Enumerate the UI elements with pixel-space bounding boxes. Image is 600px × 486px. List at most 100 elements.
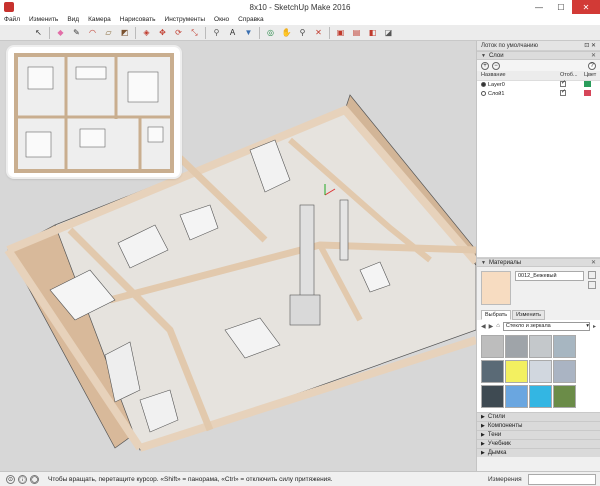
menu-camera[interactable]: Камера: [88, 16, 111, 23]
material-swatch[interactable]: [481, 360, 504, 383]
zoom-icon[interactable]: ⚲: [296, 27, 309, 39]
material-name-field[interactable]: 0012_Бежевый: [515, 271, 584, 281]
user-icon[interactable]: ◯: [30, 474, 39, 484]
orbit-icon[interactable]: ◎: [264, 27, 277, 39]
zoom-extents-icon[interactable]: ✕: [312, 27, 325, 39]
tray-header: Лоток по умолчанию ⊡ ✕: [477, 41, 600, 51]
create-material-icon[interactable]: [588, 281, 596, 289]
menu-view[interactable]: Вид: [67, 16, 79, 23]
menu-bar: Файл Изменить Вид Камера Нарисовать Инст…: [0, 14, 600, 25]
tab-edit[interactable]: Изменить: [512, 310, 545, 320]
back-arrow-icon[interactable]: ◀: [481, 323, 486, 330]
material-preview-swatch[interactable]: [481, 271, 511, 305]
menu-window[interactable]: Окно: [214, 16, 229, 23]
collapsed-panel-header[interactable]: ▶ Учебник: [477, 439, 600, 448]
shape-icon[interactable]: ▱: [102, 27, 115, 39]
collapsed-panel-header[interactable]: ▶ Компоненты: [477, 421, 600, 430]
extension-icon[interactable]: ◧: [366, 27, 379, 39]
active-layer-radio[interactable]: [481, 81, 486, 87]
close-button[interactable]: ✕: [572, 0, 600, 14]
arc-icon[interactable]: ◠: [86, 27, 99, 39]
material-swatch[interactable]: [553, 385, 576, 408]
rotate-icon[interactable]: ⟳: [172, 27, 185, 39]
menu-edit[interactable]: Изменить: [29, 16, 58, 23]
maximize-button[interactable]: ☐: [550, 0, 572, 14]
pan-icon[interactable]: ✋: [280, 27, 293, 39]
layout-icon[interactable]: ◪: [382, 27, 395, 39]
material-swatch[interactable]: [505, 360, 528, 383]
eraser-icon[interactable]: ◆: [54, 27, 67, 39]
home-icon[interactable]: ⌂: [496, 323, 500, 329]
material-swatch[interactable]: [505, 335, 528, 358]
column-visible[interactable]: Отоб...: [556, 71, 580, 81]
toolbar-separator: [135, 26, 136, 39]
add-layer-button[interactable]: +: [481, 61, 489, 70]
forward-arrow-icon[interactable]: ▶: [489, 323, 494, 330]
paint-bucket-icon[interactable]: ▼: [242, 27, 255, 39]
move-icon[interactable]: ✥: [156, 27, 169, 39]
active-layer-radio[interactable]: [481, 90, 486, 96]
menu-draw[interactable]: Нарисовать: [120, 16, 156, 23]
layer-row[interactable]: Layer0: [477, 79, 600, 89]
select-arrow-icon[interactable]: ↖: [32, 27, 45, 39]
minimize-button[interactable]: —: [528, 0, 550, 14]
tray-title: Лоток по умолчанию: [481, 42, 538, 49]
line-pencil-icon[interactable]: ✎: [70, 27, 83, 39]
components-icon[interactable]: ▤: [350, 27, 363, 39]
display-secondary-icon[interactable]: [588, 271, 596, 279]
material-swatch[interactable]: [529, 385, 552, 408]
material-swatch[interactable]: [481, 385, 504, 408]
tape-measure-icon[interactable]: ⚲: [210, 27, 223, 39]
offset-icon[interactable]: ◈: [140, 27, 153, 39]
material-swatch[interactable]: [553, 335, 576, 358]
expand-triangle-icon: ▶: [481, 441, 485, 447]
measurements-input[interactable]: [528, 473, 596, 485]
menu-tools[interactable]: Инструменты: [165, 16, 206, 23]
collapsed-panel-header[interactable]: ▶ Дымка: [477, 448, 600, 457]
expand-triangle-icon: ▶: [481, 414, 485, 420]
layer-row[interactable]: Слой1: [477, 88, 600, 98]
material-swatch[interactable]: [529, 360, 552, 383]
material-preview-row: 0012_Бежевый: [477, 267, 600, 307]
collapsed-panel-header[interactable]: ▶ Стили: [477, 412, 600, 421]
collapsed-panel-header[interactable]: ▶ Тени: [477, 430, 600, 439]
column-name[interactable]: Название: [477, 71, 556, 81]
materials-title: Материалы: [488, 259, 522, 266]
material-swatch[interactable]: [529, 335, 552, 358]
layers-panel-header[interactable]: ▼ Слои ✕: [477, 51, 600, 60]
material-swatch[interactable]: [553, 360, 576, 383]
material-swatch[interactable]: [481, 335, 504, 358]
layer-color-swatch[interactable]: [584, 89, 591, 96]
push-pull-icon[interactable]: ◩: [118, 27, 131, 39]
scale-icon[interactable]: ⤡: [188, 27, 201, 39]
credits-icon[interactable]: ⓘ: [18, 474, 27, 484]
layers-help-button[interactable]: ?: [588, 61, 596, 70]
stove: [289, 294, 321, 326]
materials-panel-header[interactable]: ▼ Материалы ✕: [477, 258, 600, 267]
layers-close-button[interactable]: ✕: [591, 52, 596, 59]
geo-location-icon[interactable]: ⊙: [6, 474, 15, 484]
status-icons: ⊙ ⓘ ◯: [0, 474, 48, 484]
material-category-select[interactable]: Стекло и зеркала ▾: [502, 321, 590, 331]
tray-pin-close[interactable]: ⊡ ✕: [584, 42, 596, 49]
material-category-value: Стекло и зеркала: [505, 323, 551, 329]
layer-visible-checkbox[interactable]: [560, 88, 566, 96]
materials-close-button[interactable]: ✕: [591, 259, 596, 266]
remove-layer-button[interactable]: −: [492, 61, 500, 70]
chevron-down-icon: ▾: [586, 323, 589, 329]
column-color[interactable]: Цвет: [580, 71, 600, 81]
measurements-label: Измерения: [488, 475, 522, 483]
model-viewport[interactable]: [0, 41, 476, 471]
tab-select[interactable]: Выбрать: [481, 310, 512, 320]
layer-visible-checkbox[interactable]: [560, 79, 566, 87]
collapsed-panel-title: Дымка: [487, 450, 507, 456]
layer-color-swatch[interactable]: [584, 80, 591, 87]
menu-help[interactable]: Справка: [238, 16, 264, 23]
details-arrow-icon[interactable]: ▸: [593, 323, 596, 330]
material-swatch[interactable]: [505, 385, 528, 408]
chimney-pipe: [299, 204, 315, 301]
warehouse-icon[interactable]: ▣: [334, 27, 347, 39]
menu-file[interactable]: Файл: [4, 16, 20, 23]
title-bar: 8x10 - SketchUp Make 2016 — ☐ ✕: [0, 0, 600, 14]
text-icon[interactable]: A: [226, 27, 239, 39]
